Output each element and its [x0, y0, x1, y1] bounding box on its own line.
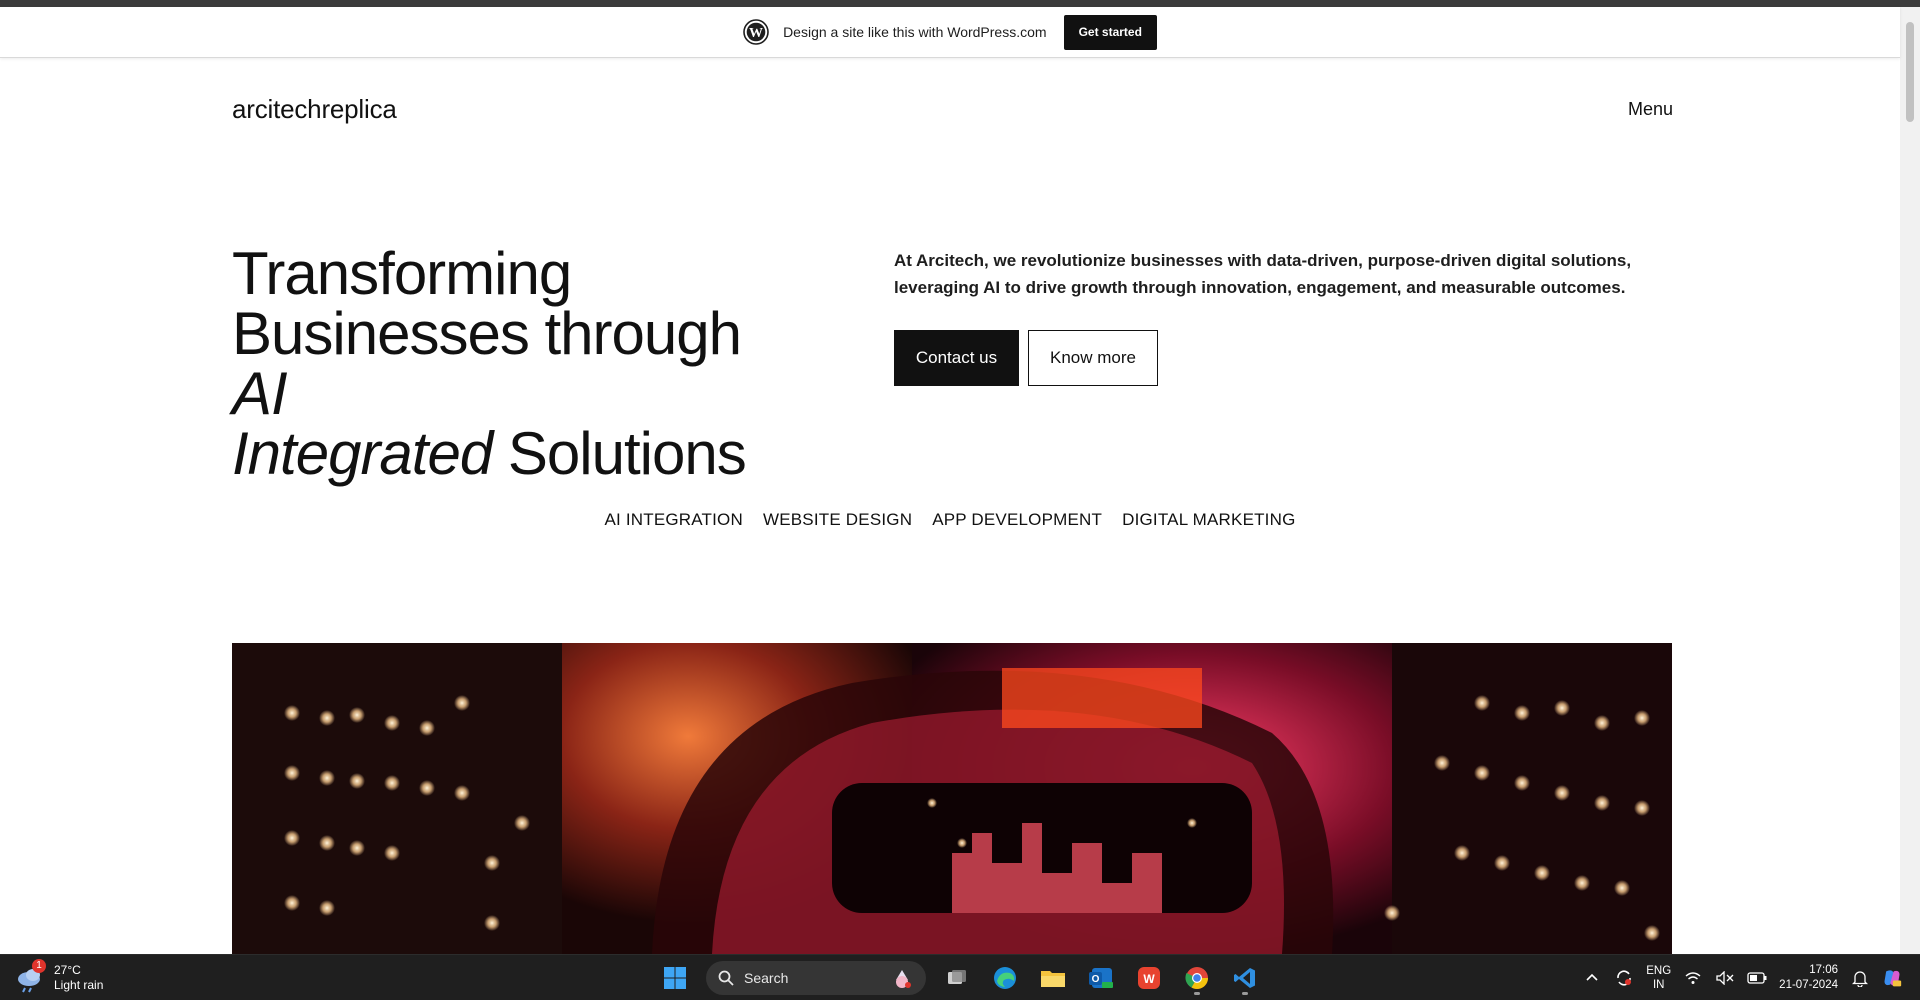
- hero-heading-tail: Solutions: [492, 420, 747, 487]
- hero-heading-line1: Transforming: [232, 240, 572, 307]
- browser-top-strip: [0, 0, 1920, 7]
- weather-badge: 1: [32, 959, 46, 973]
- hero-image: [232, 643, 1672, 954]
- svg-text:O: O: [1092, 974, 1100, 985]
- wps-office-icon[interactable]: W: [1132, 961, 1166, 995]
- get-started-button[interactable]: Get started: [1063, 14, 1157, 50]
- clock-date: 21-07-2024: [1779, 979, 1838, 991]
- weather-widget[interactable]: 1 27°C Light rain: [16, 959, 104, 993]
- vscode-running-indicator: [1242, 992, 1248, 995]
- vscode-icon[interactable]: [1228, 961, 1262, 995]
- wifi-icon[interactable]: [1683, 968, 1703, 988]
- edge-browser-icon[interactable]: [988, 961, 1022, 995]
- hero-heading-line2: Businesses through: [232, 300, 742, 367]
- file-explorer-icon[interactable]: [1036, 961, 1070, 995]
- svg-text:W: W: [749, 26, 763, 41]
- search-placeholder: Search: [744, 970, 789, 986]
- know-more-button[interactable]: Know more: [1028, 330, 1158, 386]
- svg-text:W: W: [1143, 972, 1155, 986]
- os-taskbar: 1 27°C Light rain Search O W ENG IN 17:0…: [0, 954, 1920, 1000]
- chevron-up-icon[interactable]: [1582, 968, 1602, 988]
- clock-time: 17:06: [1809, 964, 1838, 976]
- page-scrollbar[interactable]: [1900, 7, 1920, 954]
- taskbar-search-box[interactable]: Search: [706, 961, 926, 995]
- scrollbar-thumb[interactable]: [1906, 22, 1914, 122]
- language-indicator[interactable]: ENG IN: [1646, 964, 1671, 992]
- hero-heading-italic-integrated: Integrated: [232, 420, 493, 487]
- region-code: IN: [1652, 979, 1665, 991]
- services-list: AI INTEGRATION WEBSITE DESIGN APP DEVELO…: [0, 510, 1900, 530]
- search-icon: [718, 970, 734, 986]
- chrome-browser-icon[interactable]: [1180, 961, 1214, 995]
- hero-artwork: [232, 643, 1672, 954]
- service-website-design: WEBSITE DESIGN: [762, 510, 913, 529]
- wordpress-logo-icon[interactable]: W: [743, 19, 769, 45]
- start-button-windows-icon[interactable]: [658, 961, 692, 995]
- weather-temperature: 27°C: [54, 963, 81, 977]
- notification-bell-icon[interactable]: [1850, 968, 1870, 988]
- service-app-development: APP DEVELOPMENT: [932, 510, 1103, 529]
- contact-us-button[interactable]: Contact us: [894, 330, 1019, 386]
- language-code: ENG: [1646, 965, 1672, 977]
- system-tray: ENG IN 17:06 21-07-2024: [1582, 960, 1902, 996]
- hero-heading: Transforming Businesses through AI Integ…: [232, 244, 872, 484]
- chrome-running-indicator: [1194, 992, 1200, 995]
- hero-description: At Arcitech, we revolutionize businesses…: [894, 251, 1632, 297]
- taskbar-apps: Search O W: [658, 961, 1262, 995]
- service-ai-integration: AI INTEGRATION: [604, 510, 743, 529]
- sync-icon[interactable]: [1614, 968, 1634, 988]
- menu-button[interactable]: Menu: [1628, 99, 1673, 120]
- battery-icon[interactable]: [1747, 968, 1767, 988]
- wordpress-promo-bar: W Design a site like this with WordPress…: [0, 7, 1900, 58]
- copilot-icon[interactable]: [1882, 968, 1902, 988]
- service-digital-marketing: DIGITAL MARKETING: [1122, 510, 1296, 529]
- task-view-icon[interactable]: [940, 961, 974, 995]
- search-highlight-icon: [896, 970, 911, 988]
- weather-cloud-rain-icon: 1: [16, 959, 46, 993]
- taskbar-clock[interactable]: 17:06 21-07-2024: [1779, 963, 1838, 993]
- weather-description: Light rain: [54, 978, 104, 992]
- outlook-new-icon[interactable]: O: [1084, 961, 1118, 995]
- wordpress-promo-text[interactable]: Design a site like this with WordPress.c…: [783, 24, 1047, 40]
- hero-heading-italic-ai: AI: [232, 360, 288, 427]
- site-title[interactable]: arcitechreplica: [232, 94, 397, 125]
- volume-muted-icon[interactable]: [1715, 968, 1735, 988]
